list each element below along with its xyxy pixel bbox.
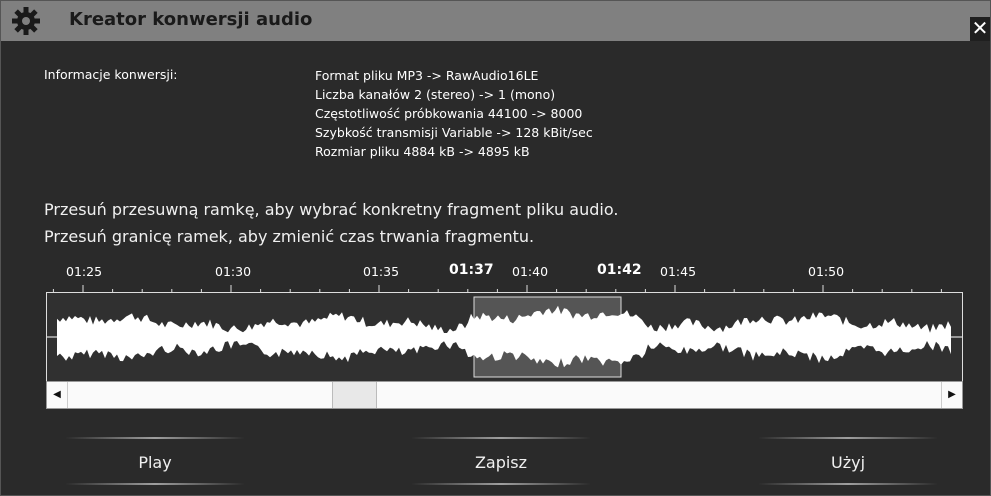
- instruction-move-frame: Przesuń przesuwną ramkę, aby wybrać konk…: [44, 200, 619, 219]
- horizontal-scrollbar[interactable]: ◀ ▶: [46, 381, 963, 409]
- title-bar[interactable]: Kreator konwersji audio ✕: [1, 1, 990, 41]
- scroll-right-button[interactable]: ▶: [941, 382, 962, 408]
- tick-label: 01:25: [66, 264, 103, 279]
- selection-end-label: 01:42: [597, 262, 642, 278]
- scrollbar-thumb[interactable]: [332, 382, 377, 408]
- selection-start-label: 01:37: [449, 262, 494, 278]
- window-title: Kreator konwersji audio: [69, 9, 313, 30]
- conversion-info: Format pliku MP3 -> RawAudio16LE Liczba …: [315, 66, 593, 161]
- info-sample-rate: Częstotliwość próbkowania 44100 -> 8000: [315, 106, 583, 121]
- tick-label: 01:30: [215, 264, 252, 279]
- arrow-left-icon: ◀: [53, 389, 61, 400]
- use-button-label: Użyj: [830, 453, 866, 472]
- scroll-left-button[interactable]: ◀: [47, 382, 68, 408]
- tick-label: 01:45: [660, 264, 697, 279]
- waveform: [47, 296, 962, 378]
- info-channels: Liczba kanałów 2 (stereo) -> 1 (mono): [315, 87, 556, 102]
- instruction-resize-frame: Przesuń granicę ramek, aby zmienić czas …: [44, 227, 535, 246]
- info-format: Format pliku MP3 -> RawAudio16LE: [315, 68, 539, 83]
- close-icon: ✕: [971, 16, 989, 40]
- close-button[interactable]: ✕: [970, 17, 990, 41]
- gear-icon: [12, 7, 40, 35]
- save-button[interactable]: Zapisz: [411, 433, 591, 493]
- conversion-info-label: Informacje konwersji:: [44, 67, 178, 82]
- use-button[interactable]: Użyj: [758, 433, 938, 493]
- save-button-label: Zapisz: [474, 453, 528, 472]
- dialog-window: Kreator konwersji audio ✕ Informacje kon…: [0, 0, 991, 496]
- tick-label: 01:35: [363, 264, 400, 279]
- info-file-size: Rozmiar pliku 4884 kB -> 4895 kB: [315, 144, 530, 159]
- play-button-label: Play: [138, 453, 172, 472]
- info-bitrate: Szybkość transmisji Variable -> 128 kBit…: [315, 125, 593, 140]
- tick-label: 01:50: [808, 264, 845, 279]
- play-button[interactable]: Play: [65, 433, 245, 493]
- tick-label: 01:40: [512, 264, 549, 279]
- waveform-area[interactable]: [46, 292, 963, 382]
- arrow-right-icon: ▶: [948, 389, 956, 400]
